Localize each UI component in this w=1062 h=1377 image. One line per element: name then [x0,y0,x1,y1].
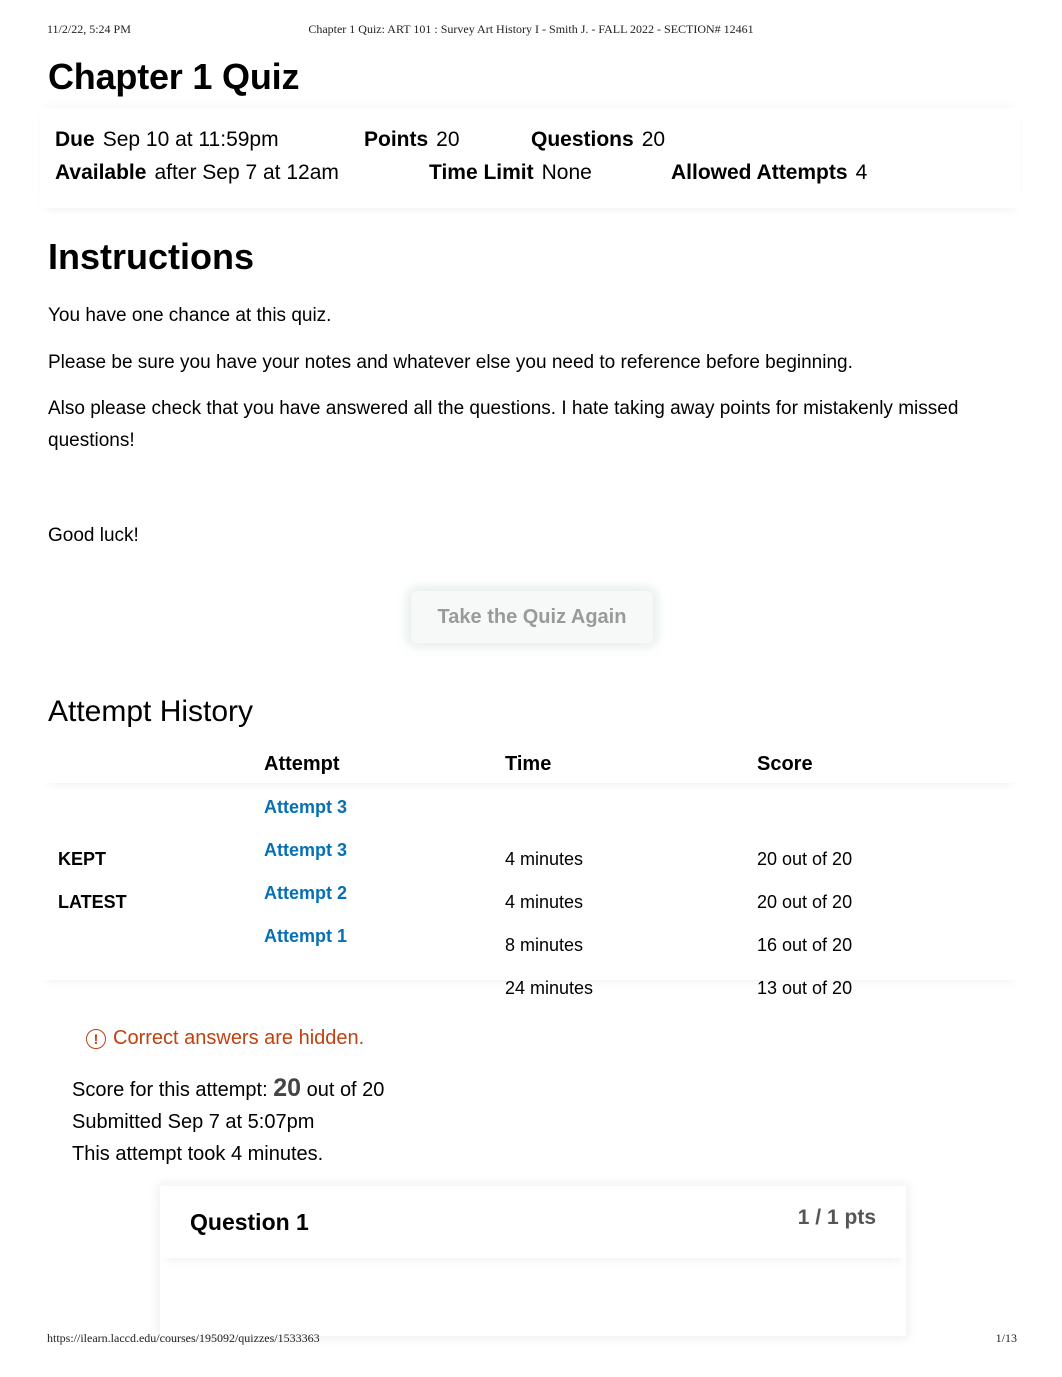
score-suffix: out of 20 [306,1079,385,1101]
time-limit-label: Time Limit [429,161,534,184]
page-number: 1/13 [995,1331,1017,1345]
points-value: 20 [436,128,460,151]
print-url: https://ilearn.laccd.edu/courses/195092/… [47,1331,320,1345]
allowed-attempts-field: Allowed Attempts 4 [671,161,867,185]
score-value: 20 [273,1074,302,1102]
table-header: Attempt Time Score [40,745,1020,783]
question-card: Question 1 1 / 1 pts [160,1186,906,1336]
question-header: Question 1 1 / 1 pts [160,1186,906,1258]
column-header-score: Score [757,753,813,775]
questions-label: Questions [531,128,634,151]
attempt-score: 13 out of 20 [757,978,853,998]
attempt-link[interactable]: Attempt 2 [264,883,347,904]
attempt-history-heading: Attempt History [48,695,254,728]
submitted-time: Submitted Sep 7 at 5:07pm [72,1111,315,1133]
questions-field: Questions 20 [531,128,665,152]
take-quiz-again-button[interactable]: Take the Quiz Again [411,591,653,643]
questions-value: 20 [641,128,666,151]
attempt-link[interactable]: Attempt 3 [264,840,347,861]
print-page-title: Chapter 1 Quiz: ART 101 : Survey Art His… [308,22,754,36]
allowed-attempts-value: 4 [855,161,868,184]
points-field: Points 20 [364,128,460,152]
instructions-paragraph: Also please check that you have answered… [48,398,959,451]
notice-text: Correct answers are hidden. [113,1027,365,1049]
attempt-link[interactable]: Attempt 1 [264,926,347,947]
question-title: Question 1 [190,1209,309,1235]
available-value: after Sep 7 at 12am [154,161,339,184]
table-row: Attempt 2 8 minutes 16 out of 20 [40,883,1020,955]
attempt-duration: This attempt took 4 minutes. [72,1143,324,1165]
table-footer-divider [40,960,1020,980]
quiz-title: Chapter 1 Quiz [48,56,300,97]
quiz-details: Due Sep 10 at 11:59pm Points 20 Questions 2… [40,108,1020,208]
attempt-link[interactable]: Attempt 3 [264,797,347,818]
due-value: Sep 10 at 11:59pm [102,128,279,151]
available-label: Available [55,161,147,184]
instructions-paragraph: Please be sure you have your notes and w… [48,352,853,373]
question-points: 1 / 1 pts [797,1206,876,1229]
time-limit-field: Time Limit None [429,161,592,185]
column-header-time: Time [505,753,552,775]
due-field: Due Sep 10 at 11:59pm [55,128,279,152]
table-row: LATEST Attempt 3 4 minutes 20 out of 20 [40,840,1020,912]
column-header-attempt: Attempt [264,753,340,775]
warning-circle-icon: ! [86,1028,106,1049]
time-limit-value: None [541,161,592,184]
attempt-time: 24 minutes [505,978,594,998]
instructions-heading: Instructions [48,236,255,277]
instructions-paragraph: Good luck! [48,525,139,546]
due-label: Due [55,128,95,151]
instructions-paragraph: You have one chance at this quiz. [48,305,332,326]
points-label: Points [364,128,429,151]
correct-answers-hidden-notice: ! Correct answers are hidden. [86,1027,364,1050]
table-row: KEPT Attempt 3 4 minutes 20 out of 20 [40,797,1020,869]
attempt-score-line: Score for this attempt: 20 out of 20 [72,1074,384,1103]
available-field: Available after Sep 7 at 12am [55,161,339,185]
allowed-attempts-label: Allowed Attempts [671,161,848,184]
score-prefix: Score for this attempt: [72,1079,268,1101]
